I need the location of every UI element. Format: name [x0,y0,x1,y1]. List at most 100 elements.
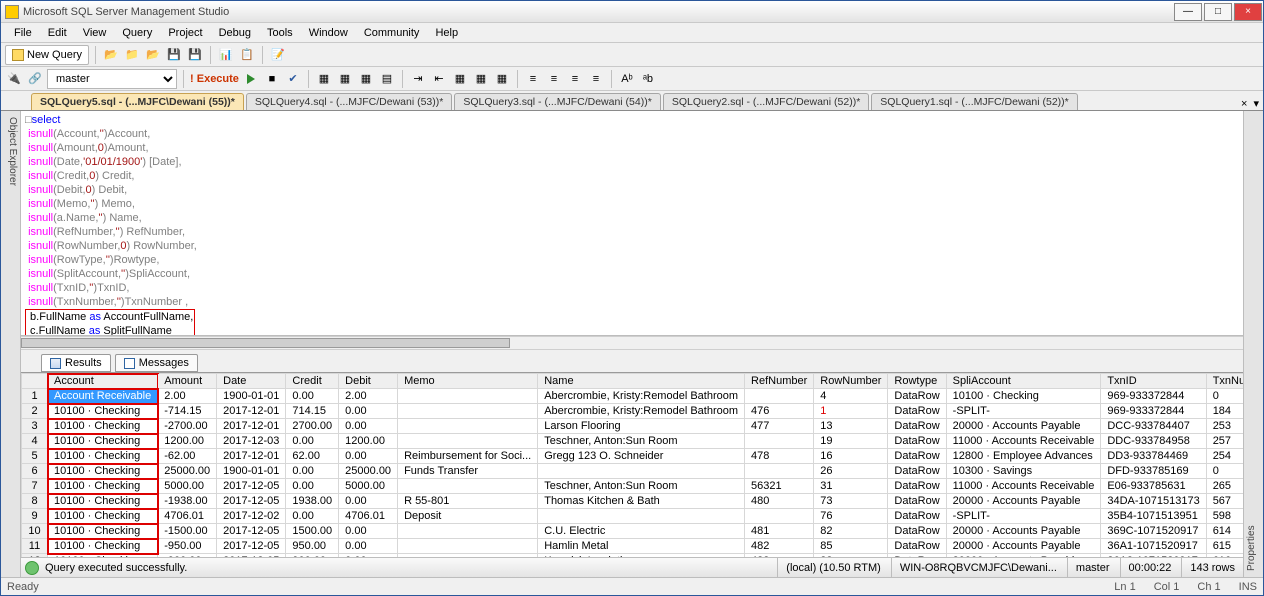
close-tab-icon[interactable]: × [1241,98,1247,110]
menu-query[interactable]: Query [115,25,159,41]
table-row[interactable]: 1110100 · Checking-950.002017-12-05950.0… [22,539,1244,554]
results-grid-icon[interactable]: ▦ [357,70,375,88]
col-RefNumber[interactable]: RefNumber [745,374,814,389]
close-button[interactable]: × [1234,3,1262,21]
comment-block-icon[interactable]: ▦ [451,70,469,88]
ready-label: Ready [7,581,39,593]
table-row[interactable]: 810100 · Checking-1938.002017-12-051938.… [22,494,1244,509]
new-query-label: New Query [27,49,82,61]
table-row[interactable]: 1Account Receivable2.001900-01-010.002.0… [22,389,1244,404]
results-grid[interactable]: AccountAmountDateCreditDebitMemoNameRefN… [21,372,1243,557]
window-title: Microsoft SQL Server Management Studio [23,6,1173,18]
doc-tab-3[interactable]: SQLQuery2.sql - (...MJFC/Dewani (52))* [663,93,869,110]
toolbar-main: New Query 📂 📁 📂 💾 💾 📊 📋 📝 [1,43,1263,67]
save-all-icon[interactable]: 💾 [186,46,204,64]
menu-tools[interactable]: Tools [260,25,300,41]
menu-debug[interactable]: Debug [212,25,258,41]
menu-project[interactable]: Project [161,25,209,41]
col-Amount[interactable]: Amount [158,374,217,389]
table-row[interactable]: 610100 · Checking25000.001900-01-010.002… [22,464,1244,479]
activity-monitor-icon[interactable]: 📊 [217,46,235,64]
table-row[interactable]: 510100 · Checking-62.002017-12-0162.000.… [22,449,1244,464]
status-db: master [1067,558,1118,577]
open-project-icon[interactable]: 📁 [123,46,141,64]
new-query-button[interactable]: New Query [5,45,89,65]
col-Account[interactable]: Account [48,374,158,389]
doc-tab-1[interactable]: SQLQuery4.sql - (...MJFC/Dewani (53))* [246,93,452,110]
doc-tab-4[interactable]: SQLQuery1.sql - (...MJFC/Dewani (52))* [871,93,1077,110]
menubar: FileEditViewQueryProjectDebugToolsWindow… [1,23,1263,43]
col-Credit[interactable]: Credit [286,374,339,389]
increase-indent-icon[interactable]: ≡ [545,70,563,88]
stop-icon[interactable]: ■ [263,70,281,88]
col-rownum[interactable] [22,374,48,389]
col-RowNumber[interactable]: RowNumber [814,374,888,389]
menu-view[interactable]: View [76,25,114,41]
decrease-indent-icon[interactable]: ≡ [524,70,542,88]
menu-help[interactable]: Help [428,25,465,41]
execute-button[interactable]: ! Execute [190,73,239,85]
menu-window[interactable]: Window [302,25,355,41]
table-row[interactable]: 910100 · Checking4706.012017-12-020.0047… [22,509,1244,524]
col-Date[interactable]: Date [217,374,286,389]
col-Memo[interactable]: Memo [398,374,538,389]
results-grid-icon [50,358,61,369]
debug-play-icon[interactable] [242,70,260,88]
table-row[interactable]: 710100 · Checking5000.002017-12-050.0050… [22,479,1244,494]
specify-values-icon[interactable]: ▦ [493,70,511,88]
col-TxnID[interactable]: TxnID [1101,374,1206,389]
prev-bookmark-icon[interactable]: ≡ [587,70,605,88]
menu-edit[interactable]: Edit [41,25,74,41]
indent-icon[interactable]: ⇥ [409,70,427,88]
menu-community[interactable]: Community [357,25,427,41]
menu-file[interactable]: File [7,25,39,41]
display-plan-icon[interactable]: ▦ [315,70,333,88]
open-folder-icon[interactable]: 📂 [144,46,162,64]
intellisense-b-icon[interactable]: ᵃb [639,70,657,88]
connect-icon[interactable]: 🔌 [5,70,23,88]
ide-statusbar: Ready Ln 1 Col 1 Ch 1 INS [1,577,1263,595]
table-row[interactable]: 310100 · Checking-2700.002017-12-012700.… [22,419,1244,434]
insert-mode: INS [1239,581,1257,593]
document-tabstrip: SQLQuery5.sql - (...MJFC\Dewani (55))*SQ… [1,91,1263,111]
table-row[interactable]: 210100 · Checking-714.152017-12-01714.15… [22,404,1244,419]
status-server: (local) (10.50 RTM) [777,558,889,577]
include-plan-icon[interactable]: ▦ [336,70,354,88]
col-TxnNumber[interactable]: TxnNumber [1206,374,1243,389]
table-row[interactable]: 410100 · Checking1200.002017-12-030.0012… [22,434,1244,449]
caret-ch: Ch 1 [1197,581,1220,593]
database-select[interactable]: master [47,69,177,89]
toolbar-query: 🔌 🔗 master ! Execute ■ ✔ ▦ ▦ ▦ ▤ ⇥ ⇤ ▦ ▦… [1,67,1263,91]
uncomment-icon[interactable]: ▦ [472,70,490,88]
restore-button[interactable]: □ [1204,3,1232,21]
table-row[interactable]: 1010100 · Checking-1500.002017-12-051500… [22,524,1244,539]
parse-check-icon[interactable]: ✔ [284,70,302,88]
registered-servers-icon[interactable]: 📋 [238,46,256,64]
properties-tab[interactable]: Properties [1243,111,1263,577]
col-Debit[interactable]: Debit [339,374,398,389]
change-connection-icon[interactable]: 🔗 [26,70,44,88]
object-explorer-tab[interactable]: Object Explorer [1,111,21,577]
editor-scrollbar[interactable] [21,336,1243,350]
toggle-bookmark-icon[interactable]: ≡ [566,70,584,88]
doc-tab-0[interactable]: SQLQuery5.sql - (...MJFC\Dewani (55))* [31,93,244,110]
status-user: WIN-O8RQBVCMJFC\Dewani... [891,558,1065,577]
caret-col: Col 1 [1154,581,1180,593]
minimize-button[interactable]: — [1174,3,1202,21]
messages-icon [124,358,135,369]
comment-icon[interactable]: 📝 [269,46,287,64]
sql-editor[interactable]: □select isnull(Account,'')Account, isnul… [21,111,1243,336]
save-icon[interactable]: 💾 [165,46,183,64]
doc-tab-2[interactable]: SQLQuery3.sql - (...MJFC/Dewani (54))* [454,93,660,110]
results-tab[interactable]: Results [41,354,111,372]
col-SpliAccount[interactable]: SpliAccount [946,374,1101,389]
col-Rowtype[interactable]: Rowtype [888,374,946,389]
status-time: 00:00:22 [1120,558,1180,577]
active-files-dropdown-icon[interactable]: ▾ [1253,97,1259,110]
intellisense-a-icon[interactable]: Aᵇ [618,70,636,88]
outdent-icon[interactable]: ⇤ [430,70,448,88]
results-text-icon[interactable]: ▤ [378,70,396,88]
messages-tab[interactable]: Messages [115,354,198,372]
col-Name[interactable]: Name [538,374,745,389]
open-file-icon[interactable]: 📂 [102,46,120,64]
